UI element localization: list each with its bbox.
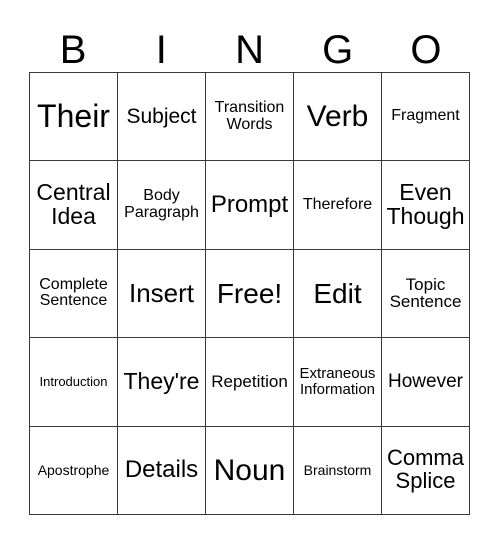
bingo-cell[interactable]: Fragment: [382, 73, 470, 162]
bingo-cell[interactable]: Apostrophe: [30, 426, 118, 515]
bingo-cell[interactable]: Prompt: [206, 161, 294, 250]
bingo-cell-label: Complete Sentence: [39, 275, 108, 310]
bingo-cell-label: Transition Words: [214, 99, 285, 133]
bingo-header-letter-n: N: [235, 28, 264, 72]
bingo-cell-label: Extraneous Information: [299, 365, 376, 398]
bingo-cell-label: Verb: [306, 100, 369, 134]
bingo-cell-label: Free!: [216, 277, 283, 309]
bingo-cell-label: Body Paragraph: [124, 187, 199, 222]
bingo-header-letter-o: O: [410, 28, 442, 72]
bingo-cell-label: Even Though: [386, 179, 465, 230]
bingo-cell[interactable]: They're: [118, 338, 206, 427]
bingo-cell[interactable]: Subject: [118, 73, 206, 162]
bingo-cell-label: Topic Sentence: [389, 274, 462, 312]
bingo-cell[interactable]: Noun: [206, 426, 294, 515]
bingo-cell-label: Noun: [213, 453, 286, 487]
bingo-cell[interactable]: Comma Splice: [382, 426, 470, 515]
bingo-cell[interactable]: Complete Sentence: [30, 249, 118, 339]
bingo-grid: Their Subject Transition Words Verb Frag…: [29, 72, 470, 515]
bingo-cell[interactable]: Brainstorm: [294, 426, 382, 515]
bingo-cell-label: Apostrophe: [37, 462, 110, 479]
bingo-cell-label: Introduction: [39, 374, 108, 390]
bingo-cell[interactable]: Verb: [294, 73, 382, 162]
bingo-cell[interactable]: Edit: [294, 249, 382, 339]
bingo-cell-label: Repetition: [211, 372, 288, 392]
bingo-cell[interactable]: Their: [30, 73, 118, 162]
bingo-header-letter-g: G: [322, 28, 354, 72]
bingo-cell-label: Edit: [313, 277, 362, 309]
bingo-cell-label: Details: [124, 455, 199, 483]
bingo-cell-label: Therefore: [302, 195, 373, 213]
bingo-header: B I N G O: [29, 22, 470, 72]
bingo-card: B I N G O Their Subject Transition Words…: [0, 0, 500, 544]
bingo-cell-label: Their: [37, 98, 110, 135]
bingo-cell[interactable]: Transition Words: [206, 73, 294, 162]
bingo-cell[interactable]: Details: [118, 426, 206, 515]
bingo-cell-label: Insert: [128, 277, 195, 308]
bingo-cell[interactable]: Extraneous Information: [294, 338, 382, 427]
bingo-cell-free[interactable]: Free!: [206, 249, 294, 339]
bingo-cell-label: They're: [123, 367, 200, 394]
bingo-cell[interactable]: However: [382, 338, 470, 427]
bingo-header-letter-i: I: [155, 28, 167, 72]
bingo-cell[interactable]: Therefore: [294, 161, 382, 250]
bingo-cell[interactable]: Even Though: [382, 161, 470, 250]
bingo-cell[interactable]: Repetition: [206, 338, 294, 427]
bingo-cell-label: Fragment: [391, 107, 460, 125]
bingo-cell-label: However: [388, 371, 463, 393]
bingo-cell-label: Central Idea: [36, 179, 111, 230]
bingo-header-letter-b: B: [59, 28, 87, 72]
bingo-cell[interactable]: Topic Sentence: [382, 249, 470, 339]
bingo-cell-label: Brainstorm: [303, 462, 372, 479]
bingo-cell-label: Comma Splice: [386, 445, 464, 494]
bingo-cell-label: Prompt: [210, 190, 289, 218]
bingo-cell[interactable]: Insert: [118, 249, 206, 339]
bingo-cell[interactable]: Introduction: [30, 338, 118, 427]
bingo-cell[interactable]: Body Paragraph: [118, 161, 206, 250]
bingo-cell[interactable]: Central Idea: [30, 161, 118, 250]
bingo-cell-label: Subject: [126, 104, 197, 128]
